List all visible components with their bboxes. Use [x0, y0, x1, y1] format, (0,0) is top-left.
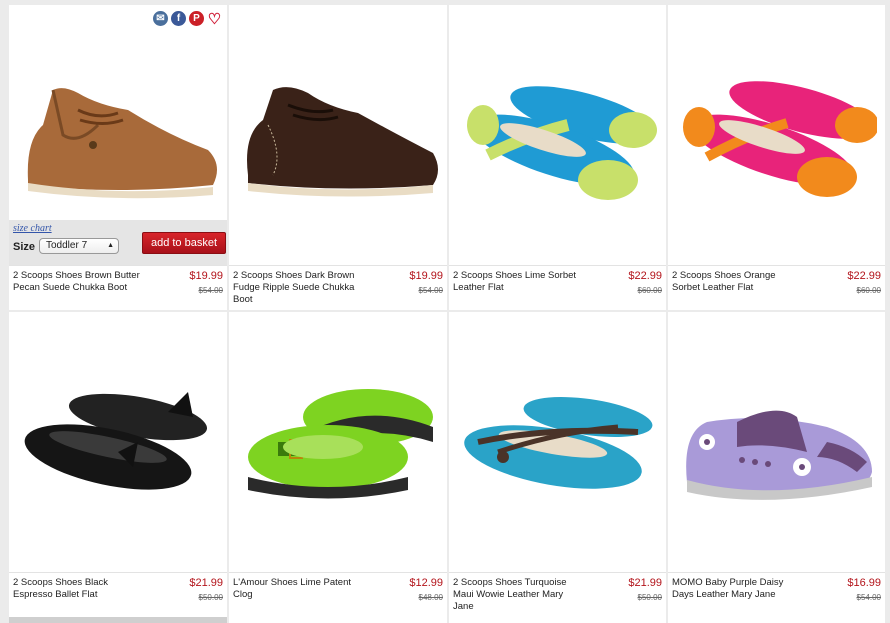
product-name[interactable]: 2 Scoops Shoes Lime Sorbet Leather Flat [453, 270, 585, 294]
sale-price: $21.99 [628, 577, 662, 589]
heart-icon[interactable]: ♡ [207, 11, 222, 28]
facebook-icon[interactable]: f [171, 11, 186, 26]
product-image[interactable] [449, 5, 666, 265]
original-price: $50.00 [198, 593, 223, 602]
product-image[interactable] [668, 312, 885, 572]
next-row-card-top [9, 617, 227, 623]
original-price: $48.00 [418, 593, 443, 602]
original-price: $54.00 [418, 286, 443, 295]
original-price: $54.00 [198, 286, 223, 295]
sale-price: $19.99 [409, 270, 443, 282]
next-row-card-top [229, 617, 447, 623]
sale-price: $16.99 [847, 577, 881, 589]
select-arrows-icon: ▲ [107, 242, 114, 249]
product-info: MOMO Baby Purple Daisy Days Leather Mary… [668, 572, 885, 617]
product-name[interactable]: 2 Scoops Shoes Turquoise Maui Wowie Leat… [453, 577, 585, 613]
product-card[interactable]: L'Amour Shoes Lime Patent Clog $12.99 $4… [229, 312, 447, 617]
product-card[interactable]: 2 Scoops Shoes Turquoise Maui Wowie Leat… [449, 312, 666, 617]
product-card[interactable]: 2 Scoops Shoes Dark Brown Fudge Ripple S… [229, 5, 447, 310]
product-name[interactable]: 2 Scoops Shoes Orange Sorbet Leather Fla… [672, 270, 804, 294]
product-card[interactable]: 2 Scoops Shoes Orange Sorbet Leather Fla… [668, 5, 885, 310]
product-info: 2 Scoops Shoes Orange Sorbet Leather Fla… [668, 265, 885, 310]
sale-price: $19.99 [189, 270, 223, 282]
size-select[interactable]: Toddler 7 ▲ [39, 238, 119, 254]
original-price: $50.00 [637, 593, 662, 602]
product-name[interactable]: L'Amour Shoes Lime Patent Clog [233, 577, 365, 601]
product-card[interactable]: ✉ f P ♡ size chart Size Toddler 7 ▲ add … [9, 5, 227, 310]
product-image[interactable] [229, 5, 447, 265]
size-chart-link[interactable]: size chart [13, 223, 52, 234]
product-image[interactable] [9, 312, 227, 572]
size-select-value: Toddler 7 [46, 240, 88, 251]
product-info: 2 Scoops Shoes Turquoise Maui Wowie Leat… [449, 572, 666, 617]
product-image[interactable] [668, 5, 885, 265]
size-label: Size [13, 241, 36, 253]
product-image[interactable] [449, 312, 666, 572]
social-share-bar: ✉ f P ♡ [153, 11, 222, 28]
product-card[interactable]: 2 Scoops Shoes Lime Sorbet Leather Flat … [449, 5, 666, 310]
original-price: $60.00 [856, 286, 881, 295]
product-card[interactable]: 2 Scoops Shoes Black Espresso Ballet Fla… [9, 312, 227, 617]
email-icon[interactable]: ✉ [153, 11, 168, 26]
sale-price: $21.99 [189, 577, 223, 589]
product-name[interactable]: 2 Scoops Shoes Brown Butter Pecan Suede … [13, 270, 145, 294]
pinterest-icon[interactable]: P [189, 11, 204, 26]
product-info: L'Amour Shoes Lime Patent Clog $12.99 $4… [229, 572, 447, 617]
product-name[interactable]: 2 Scoops Shoes Dark Brown Fudge Ripple S… [233, 270, 365, 306]
product-name[interactable]: 2 Scoops Shoes Black Espresso Ballet Fla… [13, 577, 145, 601]
quick-buy-panel: size chart Size Toddler 7 ▲ add to baske… [9, 220, 227, 265]
product-info: 2 Scoops Shoes Lime Sorbet Leather Flat … [449, 265, 666, 310]
product-card[interactable]: MOMO Baby Purple Daisy Days Leather Mary… [668, 312, 885, 617]
next-row-card-top [668, 617, 885, 623]
product-info: 2 Scoops Shoes Black Espresso Ballet Fla… [9, 572, 227, 617]
sale-price: $12.99 [409, 577, 443, 589]
sale-price: $22.99 [847, 270, 881, 282]
product-info: 2 Scoops Shoes Dark Brown Fudge Ripple S… [229, 265, 447, 310]
next-row-card-top [449, 617, 666, 623]
product-image[interactable] [229, 312, 447, 572]
product-grid: ✉ f P ♡ size chart Size Toddler 7 ▲ add … [9, 5, 885, 617]
product-info: 2 Scoops Shoes Brown Butter Pecan Suede … [9, 265, 227, 310]
original-price: $60.00 [637, 286, 662, 295]
sale-price: $22.99 [628, 270, 662, 282]
add-to-basket-button[interactable]: add to basket [142, 232, 226, 254]
original-price: $54.00 [856, 593, 881, 602]
product-name[interactable]: MOMO Baby Purple Daisy Days Leather Mary… [672, 577, 804, 601]
